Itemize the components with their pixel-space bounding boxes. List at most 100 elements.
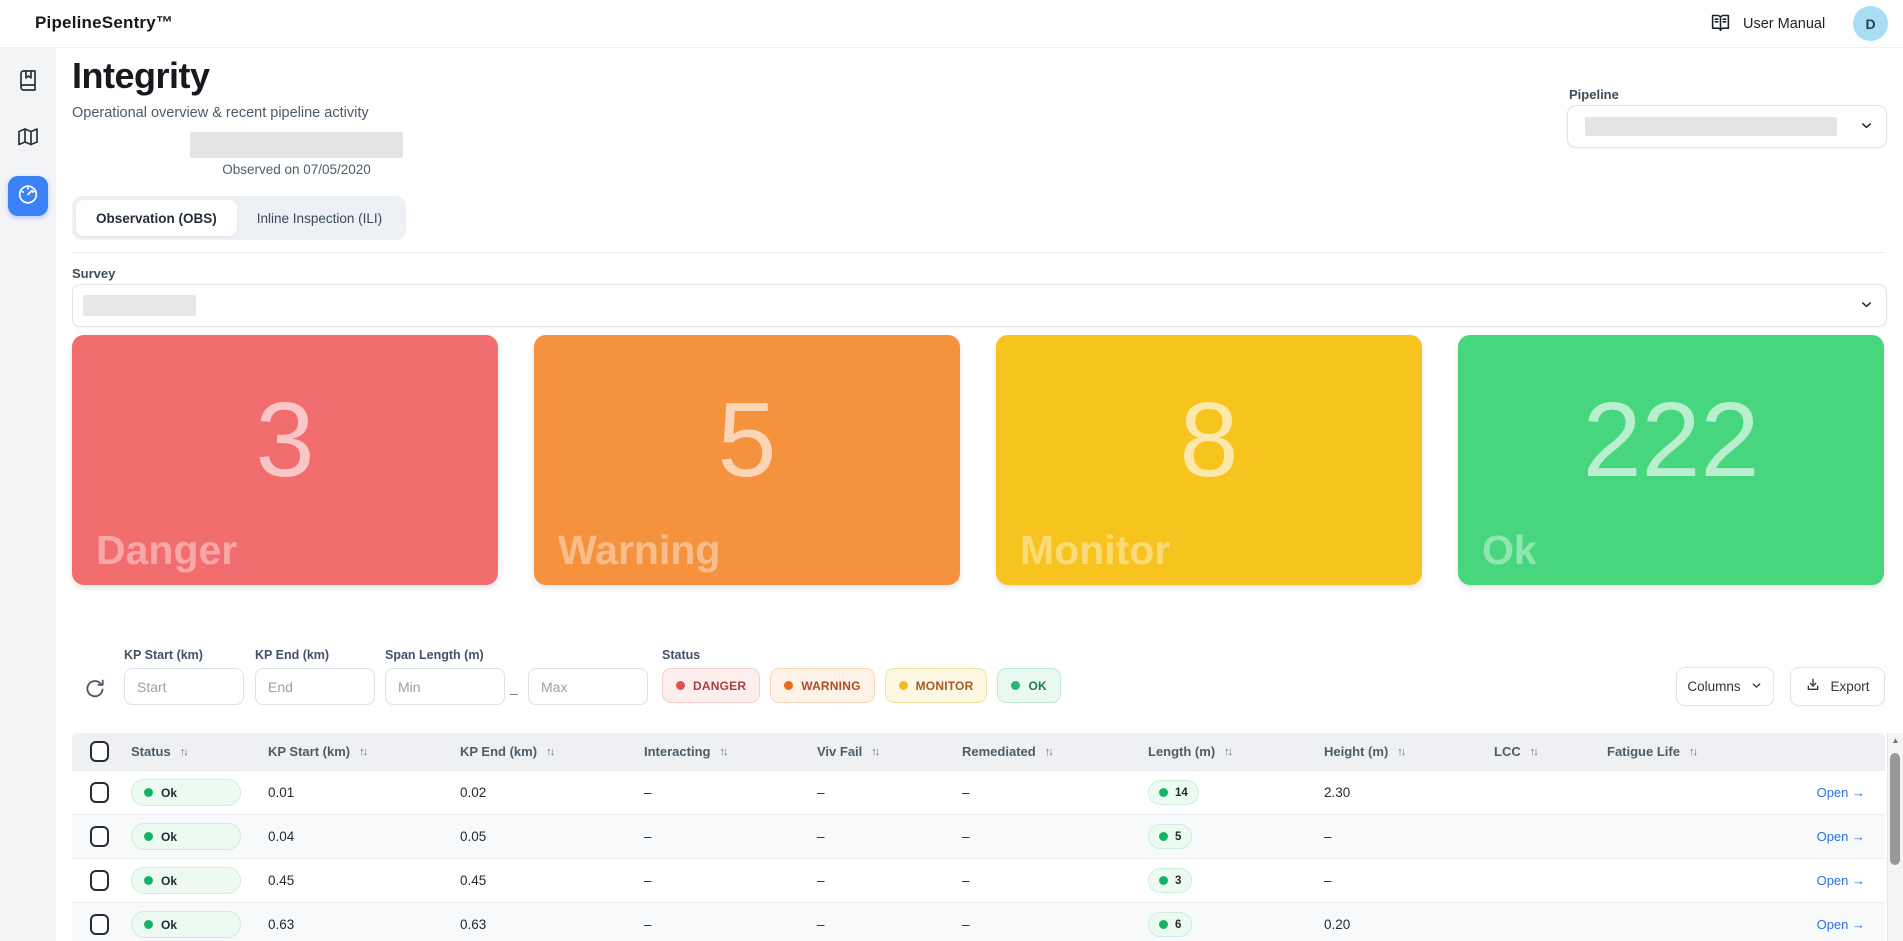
sort-icon[interactable]: ↑↓	[546, 746, 553, 758]
sort-icon[interactable]: ↑↓	[1045, 746, 1052, 758]
book-saved-icon	[16, 68, 40, 97]
cell-height: 2.30	[1324, 785, 1494, 800]
ok-label: Ok	[1482, 526, 1537, 575]
cell-kp-end: 0.05	[460, 829, 644, 844]
columns-button-label: Columns	[1687, 679, 1740, 694]
open-row-link[interactable]: Open →	[1817, 785, 1865, 800]
chevron-down-icon	[1750, 679, 1763, 695]
sidebar-item-dashboard[interactable]	[8, 176, 48, 216]
column-header-label: Status	[131, 744, 171, 759]
status-dot-icon	[899, 681, 908, 690]
survey-select[interactable]	[72, 284, 1887, 327]
ok-card[interactable]: 222 Ok	[1458, 335, 1884, 585]
column-header-length: Length (m)↑↓	[1148, 744, 1324, 759]
cell-remediated: –	[962, 829, 1148, 844]
export-button-label: Export	[1830, 679, 1869, 694]
green-dot-icon	[1159, 920, 1168, 929]
tab-observation-obs[interactable]: Observation (OBS)	[76, 200, 237, 236]
column-header-label: Fatigue Life	[1607, 744, 1680, 759]
cell-kp-start: 0.45	[268, 873, 460, 888]
warning-card[interactable]: 5 Warning	[534, 335, 960, 585]
open-row-link[interactable]: Open →	[1817, 917, 1865, 932]
row-checkbox[interactable]	[90, 870, 109, 891]
span-min-input[interactable]	[385, 668, 505, 705]
column-header-label: Interacting	[644, 744, 710, 759]
cell-interacting: –	[644, 873, 817, 888]
column-header-label: Viv Fail	[817, 744, 862, 759]
vertical-scrollbar[interactable]: ▲	[1887, 733, 1903, 941]
cell-open: Open →	[1767, 917, 1885, 932]
open-row-link[interactable]: Open →	[1817, 829, 1865, 844]
cell-length: 3	[1148, 868, 1324, 893]
cell-kp-end: 0.02	[460, 785, 644, 800]
monitor-card[interactable]: 8 Monitor	[996, 335, 1422, 585]
status-filter-text: MONITOR	[916, 679, 974, 693]
badge-text: 6	[1175, 919, 1181, 931]
sort-icon[interactable]: ↑↓	[359, 746, 366, 758]
monitor-label: Monitor	[1020, 526, 1170, 575]
chevron-down-icon	[1859, 118, 1874, 138]
status-filter-ok[interactable]: OK	[997, 668, 1060, 703]
status-filter-monitor[interactable]: MONITOR	[885, 668, 988, 703]
column-header-status: Status ↑↓	[131, 744, 268, 759]
cell-status: Ok	[131, 867, 268, 894]
scrollbar-thumb[interactable]	[1890, 753, 1900, 865]
book-open-icon	[1708, 12, 1733, 37]
cell-viv-fail: –	[817, 829, 962, 844]
pipeline-select[interactable]	[1567, 105, 1887, 148]
sort-icon[interactable]: ↑↓	[1530, 746, 1537, 758]
span-length-label: Span Length (m)	[385, 648, 484, 662]
cell-remediated: –	[962, 785, 1148, 800]
avatar[interactable]: D	[1853, 6, 1888, 41]
span-max-input[interactable]	[528, 668, 648, 705]
green-dot-icon	[1159, 832, 1168, 841]
sort-icon[interactable]: ↑↓	[1397, 746, 1404, 758]
sidebar-item-library[interactable]	[8, 62, 48, 102]
sort-icon[interactable]: ↑↓	[719, 746, 726, 758]
header-checkbox[interactable]	[90, 741, 109, 762]
app-root: PipelineSentry™ User Manual D	[0, 0, 1903, 941]
sidebar-item-map[interactable]	[8, 119, 48, 159]
danger-label: Danger	[96, 526, 237, 575]
refresh-button[interactable]	[84, 678, 108, 702]
column-header-fatigue-life: Fatigue Life ↑↓	[1607, 744, 1767, 759]
status-filter-warning[interactable]: WARNING	[770, 668, 874, 703]
kp-end-input[interactable]	[255, 668, 375, 705]
scrollbar-up-arrow[interactable]: ▲	[1888, 736, 1903, 745]
danger-card[interactable]: 3 Danger	[72, 335, 498, 585]
open-row-link[interactable]: Open →	[1817, 873, 1865, 888]
cell-viv-fail: –	[817, 873, 962, 888]
cell-height: –	[1324, 873, 1494, 888]
sort-icon[interactable]: ↑↓	[1224, 746, 1231, 758]
sort-icon[interactable]: ↑↓	[871, 746, 878, 758]
download-icon	[1805, 677, 1821, 696]
column-header-label: KP Start (km)	[268, 744, 350, 759]
badge-text: Ok	[161, 874, 177, 888]
columns-button[interactable]: Columns	[1676, 667, 1774, 706]
kp-start-input[interactable]	[124, 668, 244, 705]
length-badge: 5	[1148, 824, 1192, 849]
status-filter-danger[interactable]: DANGER	[662, 668, 760, 703]
cell-interacting: –	[644, 829, 817, 844]
green-dot-icon	[1159, 876, 1168, 885]
cell-height: 0.20	[1324, 917, 1494, 932]
column-header-label: Height (m)	[1324, 744, 1388, 759]
tab-inline-inspection-ili[interactable]: Inline Inspection (ILI)	[237, 200, 402, 236]
cell-kp-start: 0.63	[268, 917, 460, 932]
sort-icon[interactable]: ↑↓	[180, 746, 187, 758]
column-header-label: KP End (km)	[460, 744, 537, 759]
survey-label: Survey	[72, 266, 115, 281]
cell-open: Open →	[1767, 829, 1885, 844]
badge-text: 14	[1175, 787, 1188, 799]
export-button[interactable]: Export	[1790, 667, 1885, 706]
ok-count: 222	[1458, 387, 1884, 493]
sort-icon[interactable]: ↑↓	[1689, 746, 1696, 758]
badge-text: Ok	[161, 918, 177, 932]
row-checkbox[interactable]	[90, 826, 109, 847]
row-checkbox[interactable]	[90, 914, 109, 935]
cell-kp-end: 0.63	[460, 917, 644, 932]
row-checkbox[interactable]	[90, 782, 109, 803]
user-manual-button[interactable]: User Manual	[1708, 10, 1825, 38]
view-tabs: Observation (OBS) Inline Inspection (ILI…	[72, 196, 406, 240]
observed-date: Observed on 07/05/2020	[190, 162, 403, 177]
